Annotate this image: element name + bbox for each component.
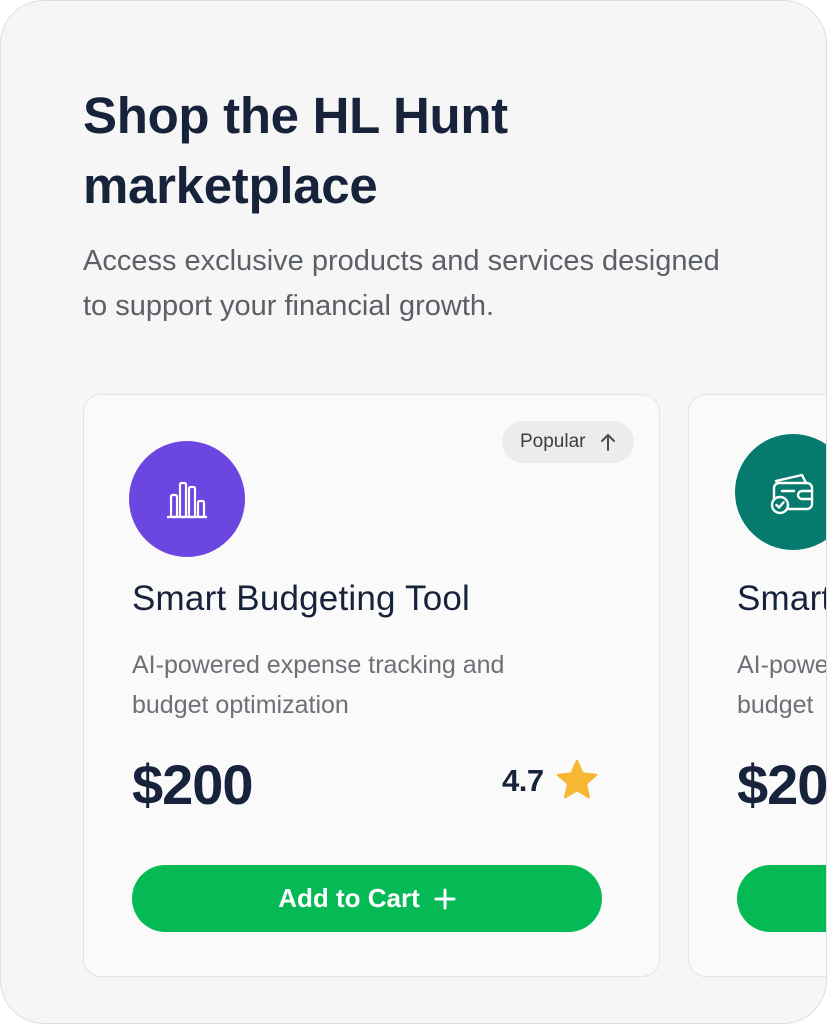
marketplace-section: Shop the HL Hunt marketplace Access excl… <box>0 0 827 1024</box>
product-rating: 4.7 <box>502 759 600 803</box>
product-card: Popular Smart Budgeting Tool AI-powered … <box>83 394 660 977</box>
rating-value: 4.7 <box>502 763 544 798</box>
star-icon <box>556 759 597 799</box>
product-name: Smart <box>737 579 827 618</box>
product-icon-circle <box>129 441 245 557</box>
section-subtitle: Access exclusive products and services d… <box>83 245 720 322</box>
plus-icon <box>434 888 456 909</box>
product-description: AI-powe budget <box>737 651 827 719</box>
section-title: Shop the HL Hunt marketplace <box>83 87 508 214</box>
product-card: Smart AI-powe budget $20 <box>688 394 827 977</box>
add-to-cart-button[interactable]: Add to Cart <box>132 865 602 932</box>
popular-badge: Popular <box>502 421 634 463</box>
wallet-check-icon <box>770 473 814 515</box>
badge-label: Popular <box>520 431 586 452</box>
arrow-up-icon <box>600 434 615 451</box>
product-description: AI-powered expense tracking and budget o… <box>132 651 505 719</box>
bar-chart-icon <box>167 481 207 519</box>
add-to-cart-label: Add to Cart <box>278 883 420 913</box>
add-to-cart-button[interactable] <box>737 865 826 932</box>
product-price: $20 <box>737 753 827 816</box>
product-icon-circle <box>735 434 826 550</box>
product-price: $200 <box>132 753 254 816</box>
product-name: Smart Budgeting Tool <box>132 579 471 618</box>
